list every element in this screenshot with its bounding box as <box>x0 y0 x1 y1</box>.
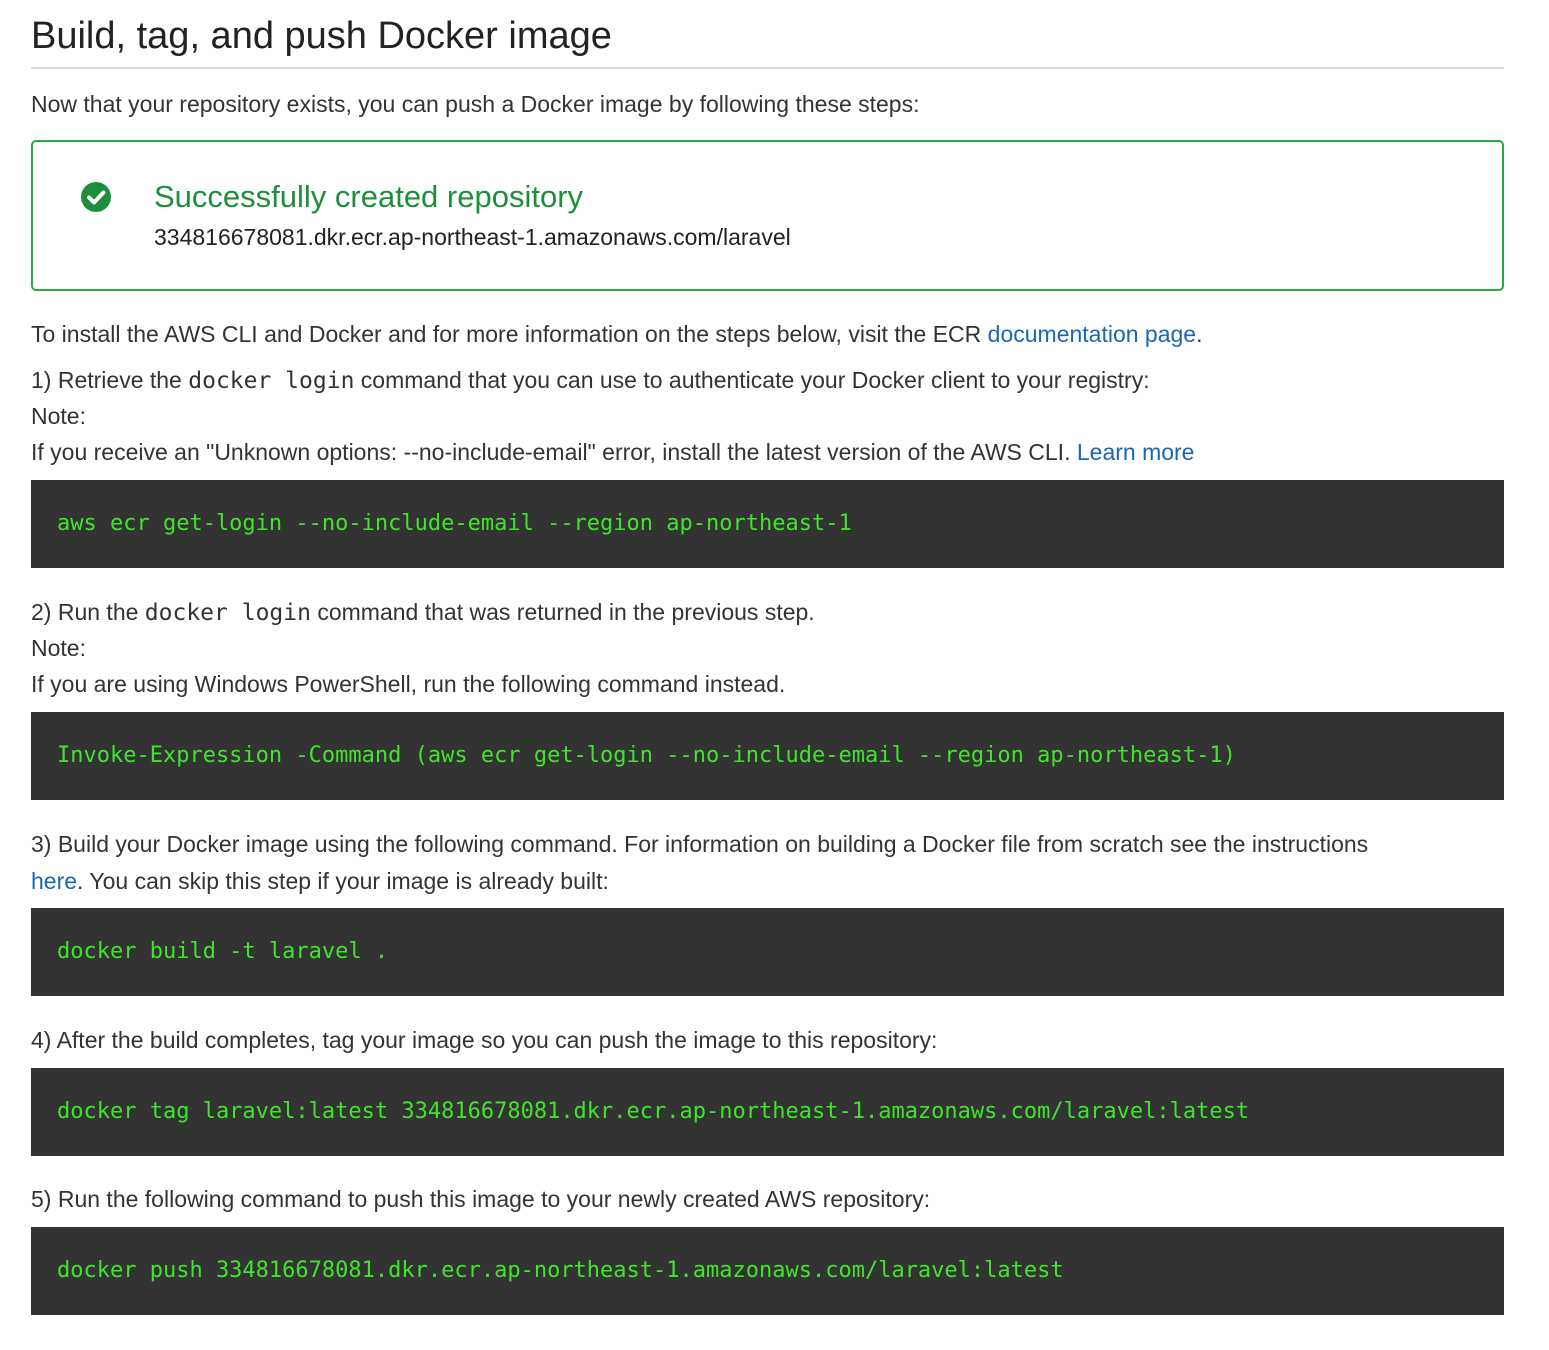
command-block-build[interactable]: docker build -t laravel . <box>31 908 1504 996</box>
repository-uri: 334816678081.dkr.ecr.ap-northeast-1.amaz… <box>154 224 791 250</box>
step-2-prefix: 2) Run the <box>31 599 145 625</box>
step-5-text: 5) Run the following command to push thi… <box>31 1186 931 1212</box>
command-block-tag[interactable]: docker tag laravel:latest 334816678081.d… <box>31 1068 1504 1156</box>
inline-code: docker login <box>188 368 355 394</box>
step-2-note-label: Note: <box>31 635 86 661</box>
step-1-suffix: command that you can use to authenticate… <box>354 367 1150 393</box>
title-divider <box>31 67 1504 69</box>
command-block-push[interactable]: docker push 334816678081.dkr.ecr.ap-nort… <box>31 1227 1504 1315</box>
step-4-text: 4) After the build completes, tag your i… <box>31 1027 938 1053</box>
command-block-login[interactable]: aws ecr get-login --no-include-email --r… <box>31 480 1504 568</box>
step-1-note-label: Note: <box>31 403 86 429</box>
learn-more-link[interactable]: Learn more <box>1077 439 1195 465</box>
step-2-suffix: command that was returned in the previou… <box>310 599 815 625</box>
step-2-heading: 2) Run the docker login command that was… <box>31 597 815 628</box>
command-text: aws ecr get-login --no-include-email --r… <box>57 511 852 536</box>
command-text: docker push 334816678081.dkr.ecr.ap-nort… <box>57 1258 1064 1283</box>
here-link[interactable]: here <box>31 868 77 894</box>
step-2-note-text: If you are using Windows PowerShell, run… <box>31 671 786 697</box>
install-info: To install the AWS CLI and Docker and fo… <box>31 319 1202 349</box>
step-1-prefix: 1) Retrieve the <box>31 367 189 393</box>
command-text: Invoke-Expression -Command (aws ecr get-… <box>57 743 1236 768</box>
step-3-line-2: here. You can skip this step if your ima… <box>31 866 609 896</box>
success-alert: Successfully created repository 33481667… <box>31 140 1504 291</box>
page-title: Build, tag, and push Docker image <box>31 15 612 57</box>
inline-code: docker login <box>144 600 311 626</box>
check-circle-icon <box>81 182 111 212</box>
success-title: Successfully created repository <box>154 179 584 214</box>
command-block-powershell[interactable]: Invoke-Expression -Command (aws ecr get-… <box>31 712 1504 800</box>
command-text: docker build -t laravel . <box>57 939 389 964</box>
step-3-line-2-text: . You can skip this step if your image i… <box>77 868 609 894</box>
step-3-line-1: 3) Build your Docker image using the fol… <box>31 831 1369 857</box>
intro-text: Now that your repository exists, you can… <box>31 91 920 117</box>
documentation-link[interactable]: documentation page <box>988 321 1196 347</box>
install-info-text: To install the AWS CLI and Docker and fo… <box>31 321 988 347</box>
install-info-suffix: . <box>1196 321 1203 347</box>
step-1-note: If you receive an "Unknown options: --no… <box>31 437 1194 467</box>
step-1-heading: 1) Retrieve the docker login command tha… <box>31 365 1150 396</box>
step-1-note-text: If you receive an "Unknown options: --no… <box>31 439 1077 465</box>
command-text: docker tag laravel:latest 334816678081.d… <box>57 1099 1250 1124</box>
